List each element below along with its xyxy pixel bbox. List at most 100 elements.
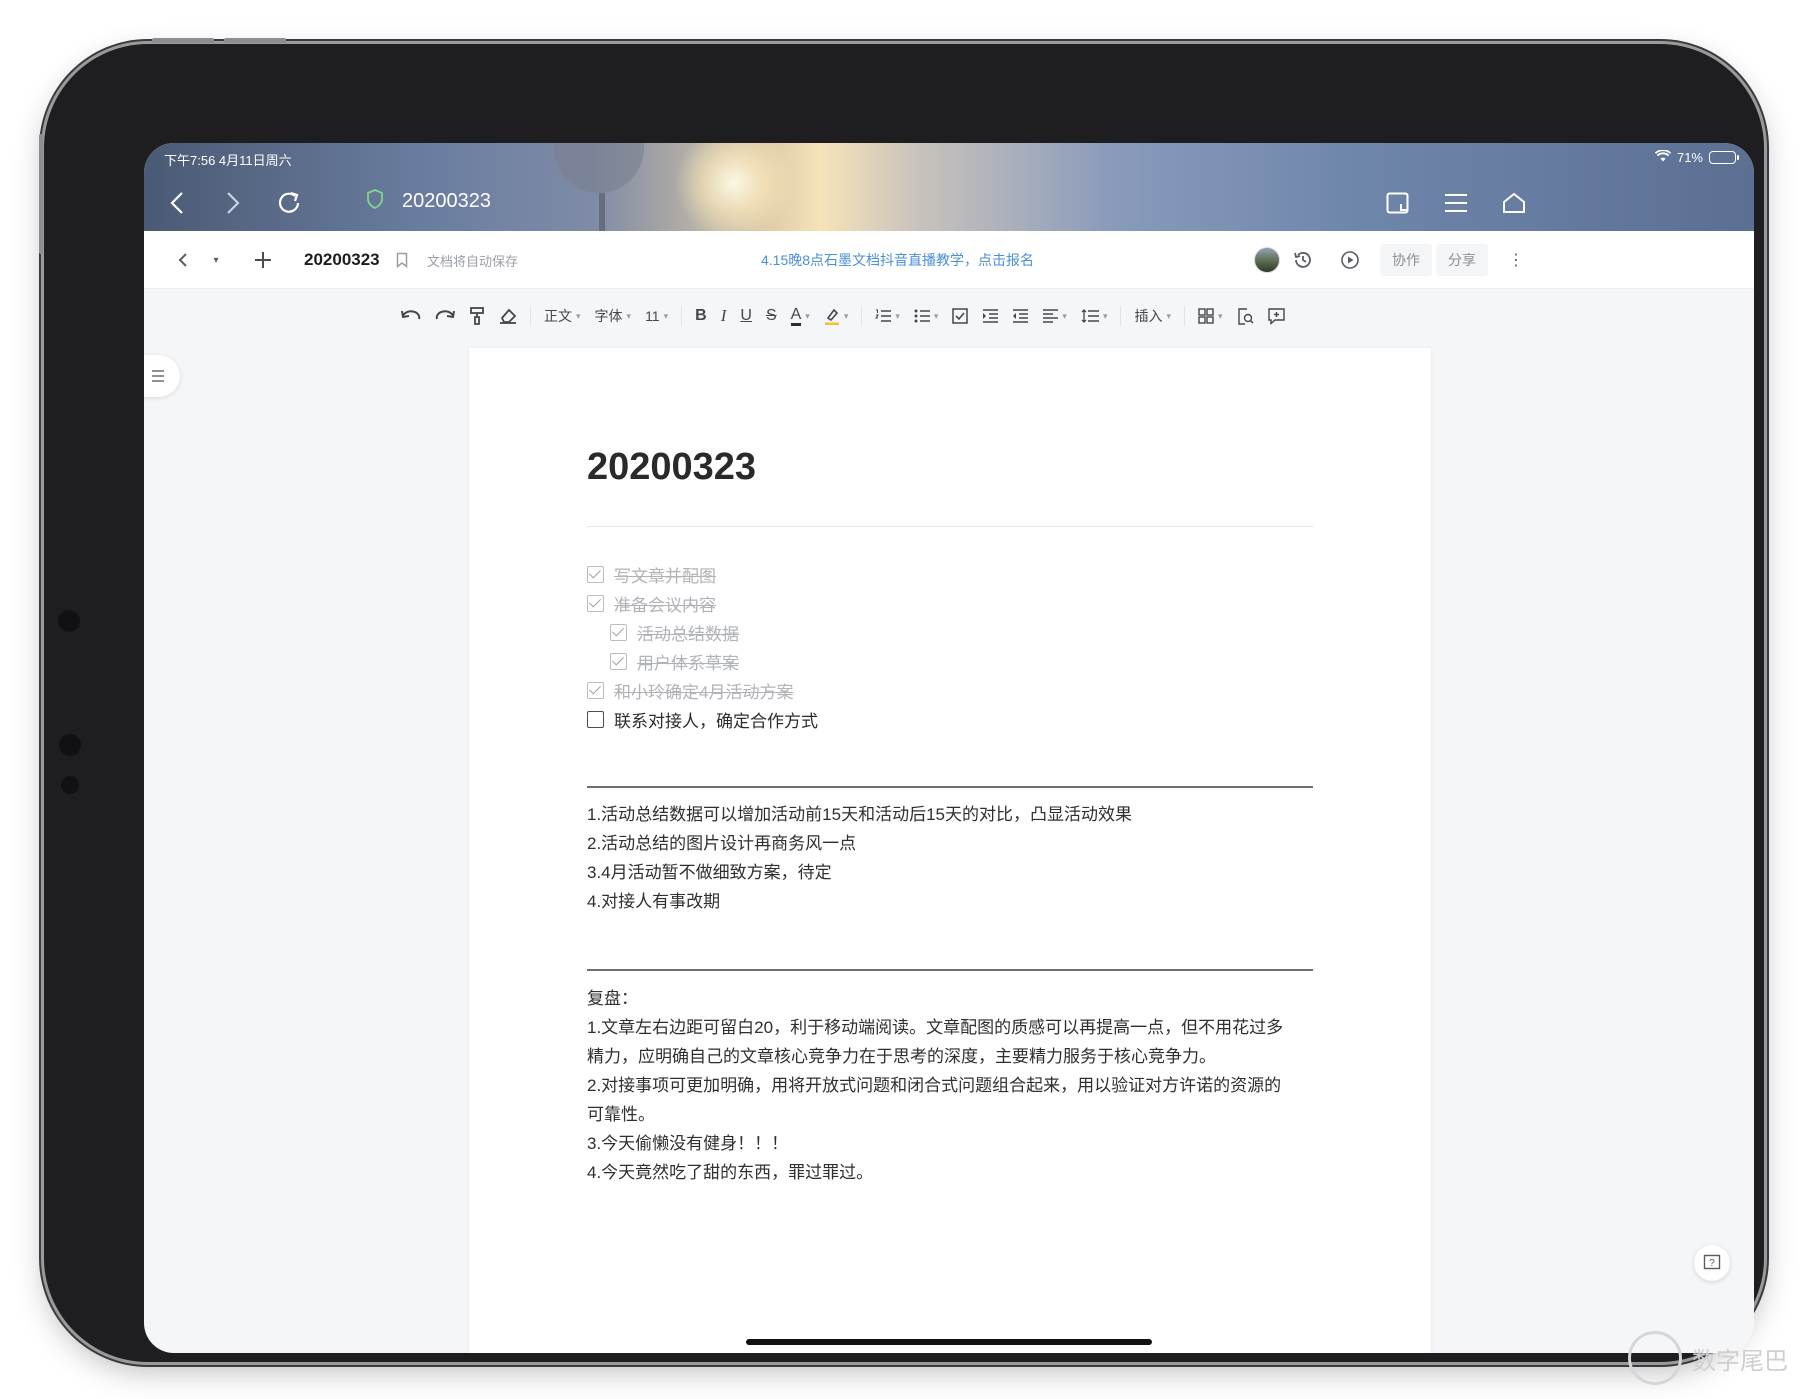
document-page[interactable]: 20200323 写文章并配图 准备会议内容 活动总结数据 用户体系草案 和小玲…: [469, 348, 1431, 1353]
watermark-text: 数字尾巴: [1692, 1347, 1788, 1375]
checkbox-unchecked-icon[interactable]: [587, 711, 604, 728]
table-icon[interactable]: ▾: [1191, 298, 1230, 334]
chevron-down-icon: ▾: [895, 310, 900, 321]
magnet-dot: [61, 776, 79, 794]
magnet-dot: [59, 734, 81, 756]
new-doc-icon[interactable]: [250, 231, 276, 289]
battery-icon: [1709, 151, 1739, 164]
announcement-link[interactable]: 4.15晚8点石墨文档抖音直播教学，点击报名: [761, 231, 1034, 289]
home-icon[interactable]: [1494, 183, 1534, 223]
italic-button[interactable]: I: [714, 298, 734, 334]
todo-item[interactable]: 和小玲确定4月活动方案: [587, 678, 793, 703]
present-icon[interactable]: [1340, 231, 1360, 289]
chevron-down-icon: ▾: [933, 310, 939, 321]
forward-icon[interactable]: [218, 183, 248, 223]
doc-title[interactable]: 20200323: [587, 446, 756, 489]
url-text[interactable]: 20200323: [402, 190, 491, 213]
font-color-label: A: [790, 306, 802, 326]
shield-icon: [366, 189, 384, 214]
align-icon[interactable]: ▾: [1035, 298, 1074, 334]
chevron-down-icon: ▾: [843, 310, 849, 321]
checkbox-checked-icon[interactable]: [610, 624, 627, 641]
svg-text:?: ?: [1709, 1258, 1715, 1269]
todo-item[interactable]: 联系对接人，确定合作方式: [587, 707, 818, 732]
todo-item[interactable]: 准备会议内容: [587, 591, 716, 616]
review-line: 可靠性。: [587, 1105, 655, 1124]
font-select[interactable]: 字体 ▾: [588, 298, 639, 334]
todo-text: 用户体系草案: [637, 654, 739, 673]
outline-toggle[interactable]: [144, 355, 180, 397]
font-color-button[interactable]: A ▾: [784, 298, 817, 334]
bookmark-icon[interactable]: [396, 231, 408, 289]
note-line: 3.4月活动暂不做细致方案，待定: [587, 863, 832, 882]
avatar[interactable]: [1254, 231, 1280, 289]
strikethrough-button[interactable]: S: [759, 298, 784, 334]
chevron-down-icon: ▾: [1102, 310, 1108, 321]
review-line: 1.文章左右边距可留白20，利于移动端阅读。文章配图的质感可以再提高一点，但不用…: [587, 1018, 1284, 1037]
undo-icon[interactable]: [394, 298, 428, 334]
menu-icon[interactable]: [1436, 183, 1476, 223]
back-icon[interactable]: [162, 183, 192, 223]
todo-text: 和小玲确定4月活动方案: [614, 683, 794, 702]
checklist-icon[interactable]: [945, 298, 975, 334]
underline-button[interactable]: U: [733, 298, 759, 334]
battery-percent: 71%: [1676, 150, 1703, 165]
review-line: 2.对接事项可更加明确，用将开放式问题和闭合式问题组合起来，用以验证对方许诺的资…: [587, 1076, 1282, 1095]
format-toolbar: 正文 ▾ 字体 ▾ 11 ▾ B I U S A ▾ ▾ ▾ ▾ ▾ ▾ 插入 …: [394, 298, 1292, 334]
history-icon[interactable]: [1292, 231, 1314, 289]
comment-icon[interactable]: [1261, 298, 1292, 334]
review-line: 精力，应明确自己的文章核心竞争力在于思考的深度，主要精力服务于核心竞争力。: [587, 1047, 1216, 1066]
chevron-down-icon: ▾: [1166, 310, 1171, 321]
highlight-button[interactable]: ▾: [817, 298, 856, 334]
font-size-label: 11: [645, 308, 660, 324]
chevron-down-icon: ▾: [576, 310, 581, 321]
tabs-icon[interactable]: [1378, 183, 1418, 223]
ipad-frame: 下午7:56 4月11日周六 71% 20200323 ▾ 20200323 文…: [39, 38, 1764, 1362]
redo-icon[interactable]: [428, 298, 462, 334]
chevron-down-icon: ▾: [1062, 310, 1067, 321]
insert-menu[interactable]: 插入 ▾: [1127, 298, 1178, 334]
note-line: 4.对接人有事改期: [587, 892, 721, 911]
line-spacing-icon[interactable]: ▾: [1074, 298, 1115, 334]
help-button[interactable]: ?: [1694, 1245, 1730, 1281]
todo-item[interactable]: 用户体系草案: [610, 649, 739, 674]
share-button[interactable]: 分享: [1436, 244, 1488, 276]
paragraph-style-select[interactable]: 正文 ▾: [537, 298, 588, 334]
ordered-list-icon[interactable]: ▾: [868, 298, 907, 334]
review-line: 3.今天偷懒没有健身！！！: [587, 1134, 789, 1153]
more-icon[interactable]: ⋮: [1506, 231, 1526, 289]
clear-format-icon[interactable]: [492, 298, 524, 334]
todo-text: 联系对接人，确定合作方式: [614, 712, 818, 731]
top-button: [152, 38, 214, 43]
reload-icon[interactable]: [272, 183, 306, 223]
bold-button[interactable]: B: [688, 298, 714, 334]
doc-back-icon[interactable]: [170, 231, 196, 289]
help-icon: ?: [1703, 1254, 1721, 1270]
todo-text: 准备会议内容: [614, 596, 716, 615]
chevron-down-icon: ▾: [805, 310, 810, 321]
chevron-down-icon[interactable]: ▾: [206, 231, 226, 289]
home-indicator[interactable]: [746, 1339, 1152, 1345]
todo-item[interactable]: 活动总结数据: [610, 620, 739, 645]
find-icon[interactable]: [1230, 298, 1261, 334]
collab-button[interactable]: 协作: [1380, 244, 1432, 276]
format-painter-icon[interactable]: [462, 298, 492, 334]
checkbox-checked-icon[interactable]: [587, 566, 604, 583]
outdent-icon[interactable]: [1005, 298, 1035, 334]
divider: [587, 786, 1313, 788]
checkbox-checked-icon[interactable]: [610, 653, 627, 670]
status-right: 71%: [1654, 149, 1739, 165]
font-size-select[interactable]: 11 ▾: [638, 298, 675, 334]
todo-item[interactable]: 写文章并配图: [587, 562, 716, 587]
bullet-list-icon[interactable]: ▾: [907, 298, 946, 334]
doc-name: 20200323: [304, 250, 380, 269]
checkbox-checked-icon[interactable]: [587, 682, 604, 699]
magnet-dot: [58, 610, 80, 632]
todo-text: 写文章并配图: [614, 567, 716, 586]
divider: [587, 969, 1313, 971]
indent-icon[interactable]: [975, 298, 1005, 334]
status-time: 下午7:56 4月11日周六: [164, 153, 292, 168]
wifi-icon: [1654, 149, 1672, 165]
font-label: 字体: [594, 308, 623, 324]
checkbox-checked-icon[interactable]: [587, 595, 604, 612]
